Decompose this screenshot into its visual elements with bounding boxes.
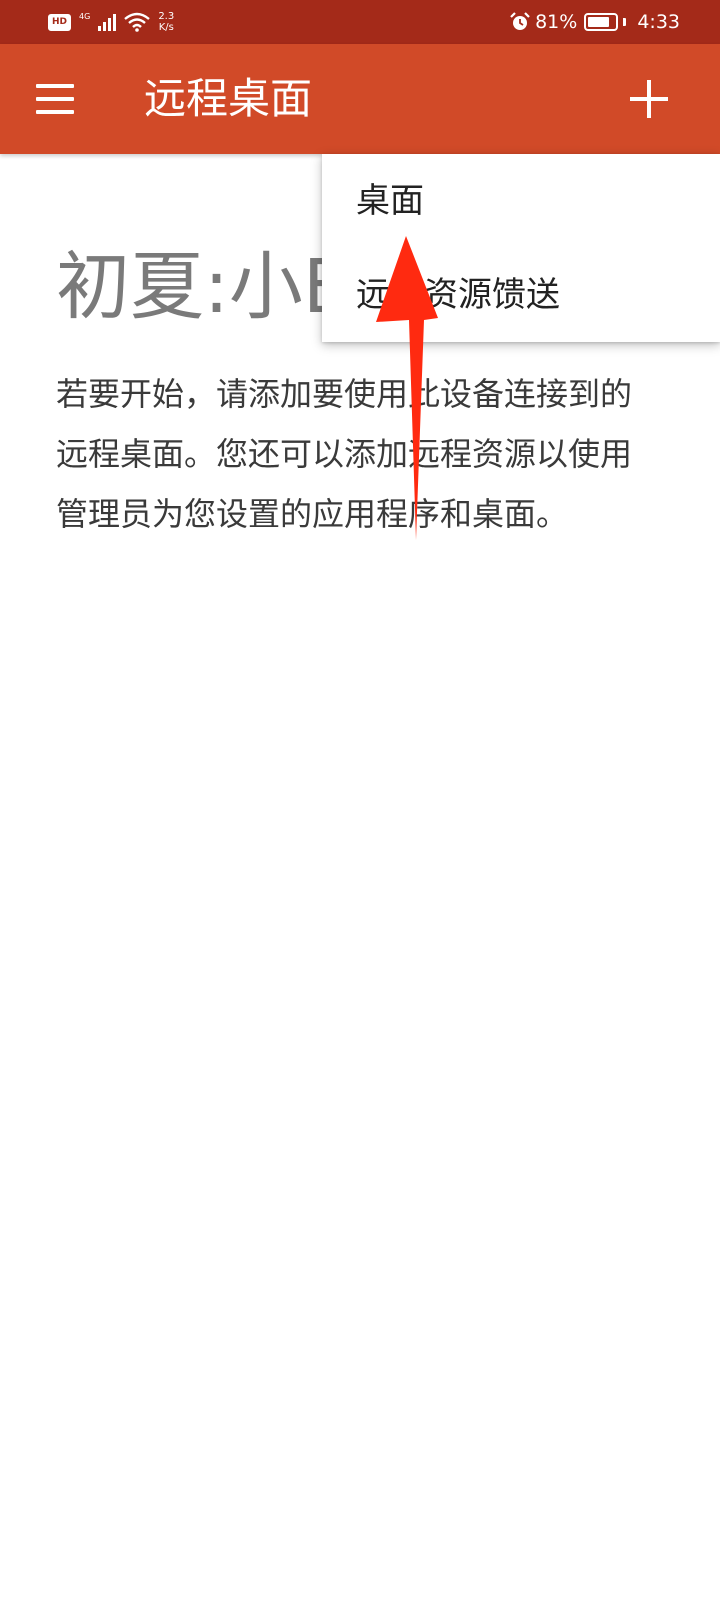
menu-item-desktop[interactable]: 桌面 [322, 154, 720, 248]
app-bar: 远程桌面 [0, 44, 720, 154]
welcome-title: 初夏:小E [56, 244, 350, 330]
network-type: 4G [79, 11, 91, 21]
plus-icon[interactable] [628, 78, 670, 120]
menu-item-remote-resource-feed[interactable]: 远程资源馈送 [322, 248, 720, 342]
welcome-description: 若要开始，请添加要使用此设备连接到的远程桌面。您还可以添加远程资源以使用管理员为… [56, 375, 633, 533]
add-dropdown-menu: 桌面 远程资源馈送 [322, 154, 720, 342]
net-speed-value: 2.3 [158, 11, 175, 22]
battery-percent: 81% [535, 11, 578, 33]
battery-tip [623, 18, 627, 26]
clock: 4:33 [637, 11, 680, 33]
wifi-icon [124, 12, 151, 32]
alarm-icon [510, 12, 530, 30]
app-title: 远程桌面 [144, 74, 313, 123]
status-right: 81% 4:33 [510, 6, 680, 38]
battery-fill [588, 17, 610, 27]
battery-icon [584, 13, 619, 31]
status-bar: HD 4G 2.3 K/s 81% 4:33 [0, 0, 720, 44]
status-left: HD 4G 2.3 K/s [48, 6, 174, 38]
signal-icon [98, 13, 117, 31]
net-speed-unit: K/s [158, 22, 174, 33]
hd-icon: HD [48, 13, 72, 31]
hamburger-menu-icon[interactable] [36, 84, 74, 114]
net-speed: 2.3 K/s [158, 11, 174, 33]
